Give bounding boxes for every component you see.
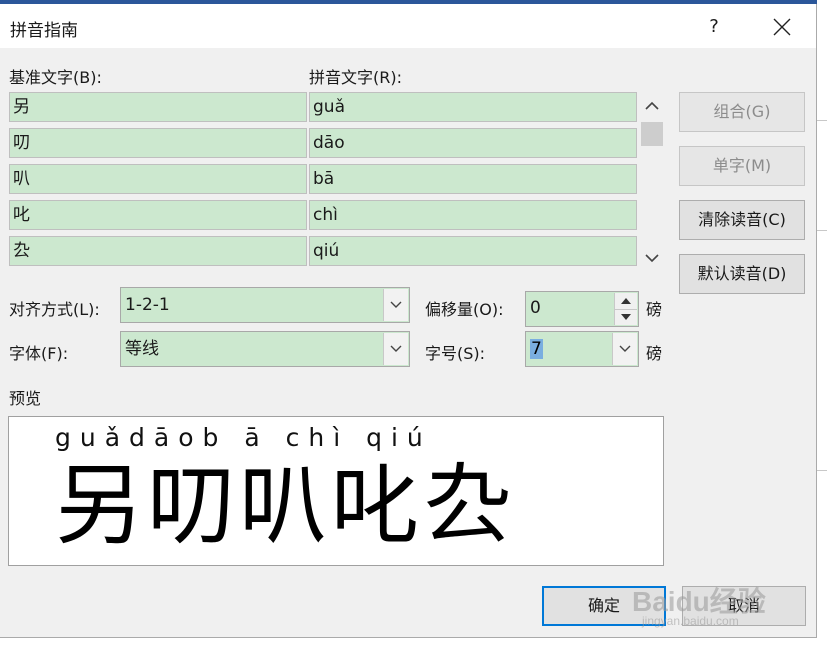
- chevron-up-icon[interactable]: [644, 100, 660, 112]
- alignment-dropdown-button[interactable]: [383, 289, 408, 321]
- group-button[interactable]: 组合(G): [679, 92, 805, 132]
- font-label: 字体(F):: [9, 344, 69, 363]
- preview-base-text: 另叨叭叱厹: [55, 454, 516, 557]
- base-text-label: 基准文字(B):: [9, 68, 102, 87]
- font-select[interactable]: 等线: [120, 331, 410, 367]
- offset-value: 0: [530, 298, 541, 318]
- chevron-down-icon: [619, 345, 631, 352]
- preview-label: 预览: [9, 389, 42, 408]
- cancel-button[interactable]: 取消: [682, 586, 806, 626]
- close-icon: [773, 18, 791, 36]
- preview-ruby-text: guǎdāob ā chì qiú: [55, 423, 432, 452]
- spin-down-button[interactable]: [615, 309, 637, 325]
- close-button[interactable]: [762, 10, 802, 44]
- offset-spinner[interactable]: [614, 293, 637, 325]
- base-text-cell[interactable]: 另: [9, 92, 307, 122]
- offset-input[interactable]: 0: [525, 291, 639, 327]
- offset-unit: 磅: [646, 300, 663, 319]
- single-char-button[interactable]: 单字(M): [679, 146, 805, 186]
- background-document: [817, 0, 827, 645]
- ruby-text-label: 拼音文字(R):: [309, 68, 402, 87]
- font-value: 等线: [125, 339, 159, 359]
- chevron-down-icon[interactable]: [644, 252, 660, 264]
- help-button[interactable]: ?: [700, 12, 728, 42]
- ruby-text-cell[interactable]: guǎ: [309, 92, 637, 122]
- base-text-cell[interactable]: 叭: [9, 164, 307, 194]
- spin-up-button[interactable]: [615, 293, 637, 310]
- clear-reading-button[interactable]: 清除读音(C): [679, 200, 805, 240]
- title-bar: 拼音指南 ?: [0, 4, 816, 48]
- preview-pane: guǎdāob ā chì qiú 另叨叭叱厹: [8, 416, 664, 566]
- ok-button[interactable]: 确定: [542, 586, 666, 626]
- grid-scrollbar[interactable]: [640, 96, 664, 274]
- chevron-down-icon: [390, 345, 402, 352]
- chevron-down-icon: [390, 301, 402, 308]
- base-text-cell[interactable]: 叱: [9, 200, 307, 230]
- alignment-select[interactable]: 1-2-1: [120, 287, 410, 323]
- alignment-value: 1-2-1: [125, 295, 170, 315]
- triangle-down-icon: [621, 314, 631, 320]
- ruby-text-cell[interactable]: chì: [309, 200, 637, 230]
- offset-label: 偏移量(O):: [425, 300, 504, 319]
- triangle-up-icon: [621, 298, 631, 304]
- font-dropdown-button[interactable]: [383, 333, 408, 365]
- size-value: 7: [530, 339, 543, 359]
- size-unit: 磅: [646, 344, 663, 363]
- phonetic-guide-dialog: 拼音指南 ? 基准文字(B): 拼音文字(R): 另 guǎ 叨 dāo 叭 b…: [0, 4, 817, 638]
- ruby-text-cell[interactable]: qiú: [309, 236, 637, 266]
- base-text-cell[interactable]: 厹: [9, 236, 307, 266]
- scrollbar-thumb[interactable]: [641, 122, 663, 146]
- dialog-title: 拼音指南: [10, 21, 78, 41]
- alignment-label: 对齐方式(L):: [9, 300, 100, 319]
- ruby-text-cell[interactable]: dāo: [309, 128, 637, 158]
- size-dropdown-button[interactable]: [612, 333, 637, 365]
- ruby-text-cell[interactable]: bā: [309, 164, 637, 194]
- size-label: 字号(S):: [425, 344, 486, 363]
- size-select[interactable]: 7: [525, 331, 639, 367]
- default-reading-button[interactable]: 默认读音(D): [679, 254, 805, 294]
- base-text-cell[interactable]: 叨: [9, 128, 307, 158]
